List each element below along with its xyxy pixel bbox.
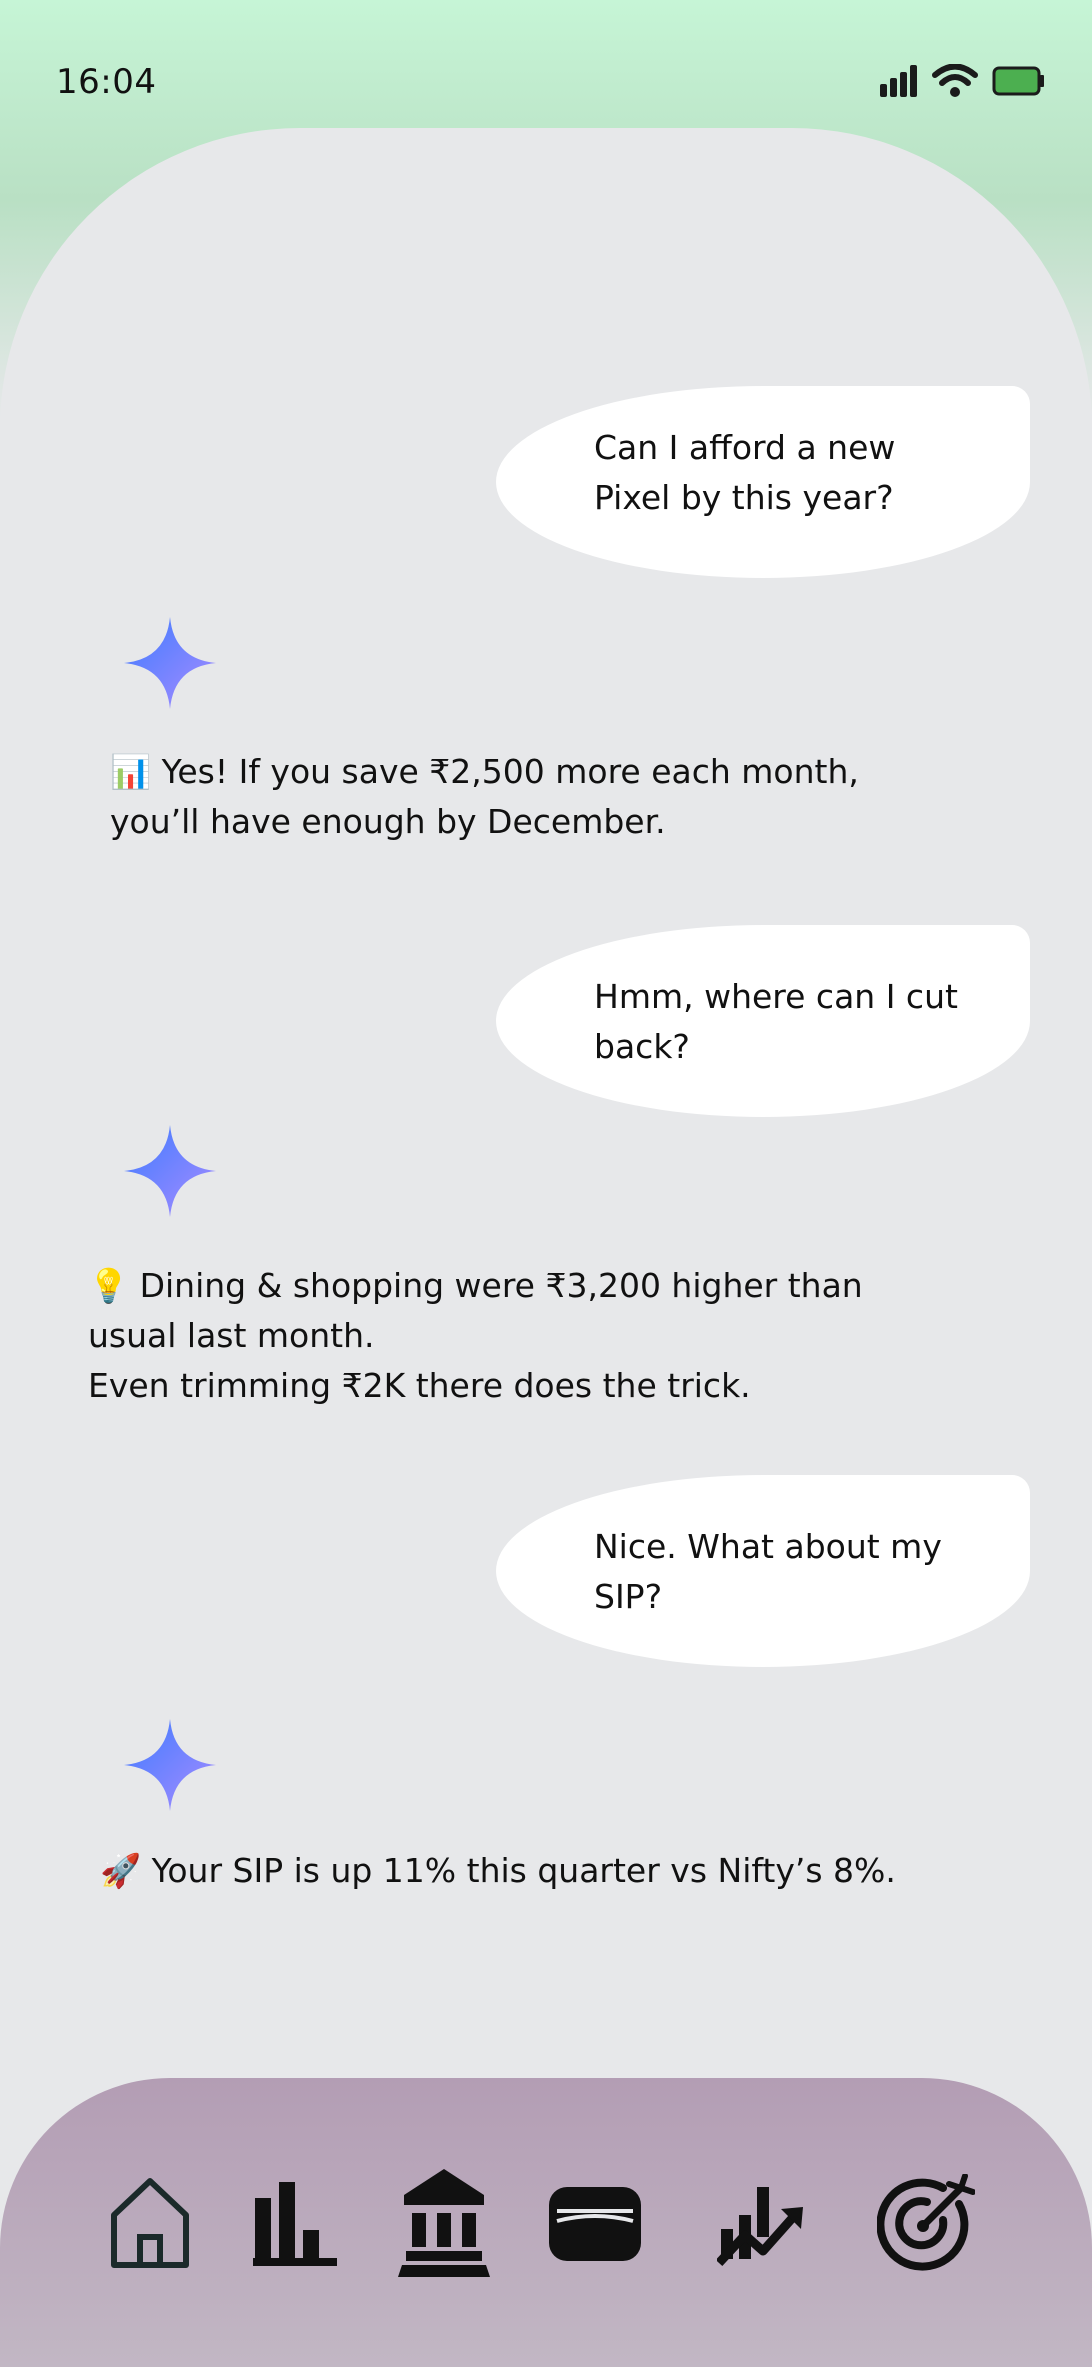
user-message-text: Hmm, where can I cut back? xyxy=(594,977,958,1066)
bar-chart-icon xyxy=(253,2182,337,2266)
wifi-icon xyxy=(932,64,978,97)
assistant-message-text: Yes! If you save ₹2,500 more each month,… xyxy=(110,752,859,841)
home-icon xyxy=(111,2178,189,2268)
battery-icon xyxy=(992,66,1044,96)
wallet-icon xyxy=(549,2187,641,2261)
assistant-message-text: Your SIP is up 11% this quarter vs Nifty… xyxy=(151,1851,896,1890)
status-icons xyxy=(880,64,1046,98)
target-icon xyxy=(877,2174,975,2271)
user-message-text: Can I afford a new Pixel by this year? xyxy=(594,428,896,517)
nav-wallet[interactable] xyxy=(545,2168,645,2278)
ai-sparkle-icon xyxy=(124,1125,216,1217)
rocket-emoji-icon: 🚀 xyxy=(100,1851,142,1890)
ai-sparkle-icon xyxy=(124,1719,216,1811)
assistant-message: 💡 Dining & shopping were ₹3,200 higher t… xyxy=(88,1261,868,1411)
assistant-message: 📊 Yes! If you save ₹2,500 more each mont… xyxy=(110,747,870,847)
status-time: 16:04 xyxy=(56,62,157,102)
nav-investments[interactable] xyxy=(713,2168,813,2278)
user-message-text: Nice. What about my SIP? xyxy=(594,1527,942,1616)
assistant-message-text: Dining & shopping were ₹3,200 higher tha… xyxy=(88,1266,863,1405)
chart-emoji-icon: 📊 xyxy=(110,752,152,791)
nav-analytics[interactable] xyxy=(244,2168,344,2278)
ai-sparkle-icon xyxy=(124,617,216,709)
nav-home[interactable] xyxy=(100,2168,200,2278)
growth-chart-icon xyxy=(717,2187,803,2267)
nav-bank[interactable] xyxy=(394,2168,494,2278)
signal-icon xyxy=(880,65,917,97)
bank-icon xyxy=(398,2169,490,2277)
assistant-message: 🚀 Your SIP is up 11% this quarter vs Nif… xyxy=(100,1846,920,1896)
lightbulb-emoji-icon: 💡 xyxy=(88,1266,130,1305)
nav-goals[interactable] xyxy=(876,2168,976,2278)
